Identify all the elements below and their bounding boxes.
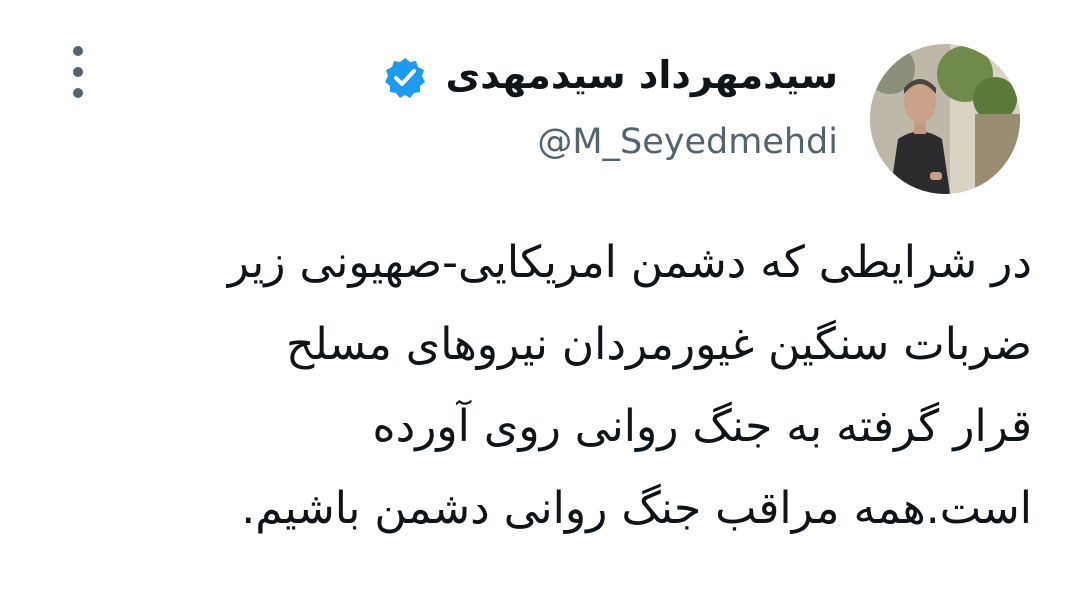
avatar-photo [870, 44, 1020, 194]
tweet-text-line: ضربات سنگین غیورمردان نیروهای مسلح [285, 319, 1032, 370]
tweet-text-line: است.همه مراقب جنگ روانی دشمن باشیم. [241, 483, 1032, 534]
verified-badge-icon [385, 58, 425, 98]
tweet-text: در شرایطی که دشمن امریکایی-صهیونی زیر ضر… [50, 222, 1032, 550]
author-handle[interactable]: @M_Seyedmehdi [537, 118, 838, 166]
more-vertical-icon-dot [73, 88, 83, 98]
more-options-button[interactable] [58, 46, 98, 100]
avatar[interactable] [870, 44, 1020, 194]
tweet-text-line: قرار گرفته به جنگ روانی روی آورده [372, 401, 1032, 452]
author-display-name[interactable]: سیدمهرداد سیدمهدی [445, 50, 838, 100]
tweet-card: سیدمهرداد سیدمهدی @M_Seyedmehdi در شرایط… [0, 0, 1080, 603]
more-vertical-icon-dot [73, 46, 83, 56]
more-vertical-icon-dot [73, 67, 83, 77]
tweet-text-line: در شرایطی که دشمن امریکایی-صهیونی زیر [227, 237, 1032, 288]
